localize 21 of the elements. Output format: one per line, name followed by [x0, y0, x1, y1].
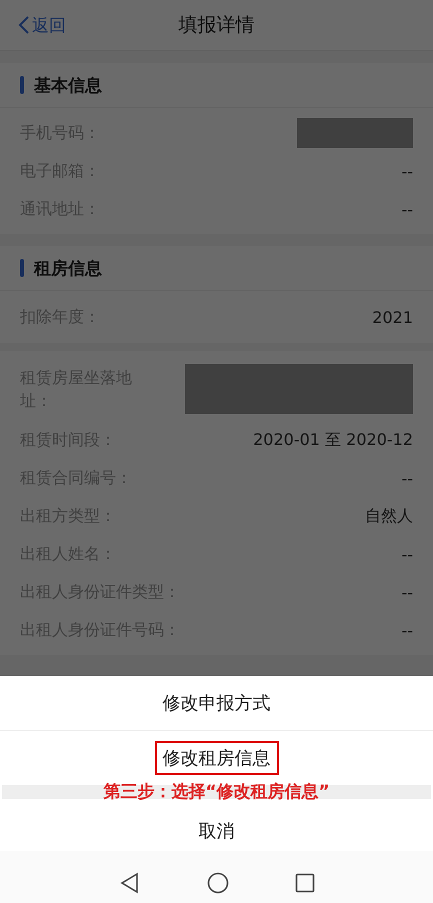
home-icon[interactable] [206, 872, 228, 894]
cancel-button[interactable]: 取消 [192, 811, 240, 851]
section-marker [20, 259, 24, 277]
field-value: -- [401, 582, 413, 602]
chevron-left-icon [18, 15, 30, 35]
field-value: -- [401, 200, 413, 218]
field-value: 2020-01 至 2020-12 [253, 430, 413, 450]
field-value: 2021 [372, 308, 413, 326]
section-title: 租房信息 [34, 258, 102, 280]
section-title: 基本信息 [34, 74, 102, 96]
field-value: -- [401, 162, 413, 180]
field-value: -- [401, 620, 413, 640]
field-value: -- [401, 544, 413, 564]
recent-apps-icon[interactable] [294, 873, 314, 893]
page-title: 填报详情 [178, 13, 254, 38]
sheet-option[interactable]: 修改申报方式 [154, 686, 278, 720]
back-icon[interactable] [118, 872, 140, 894]
field-value: 自然人 [365, 506, 413, 526]
section-marker [20, 76, 24, 94]
sheet-option[interactable]: 修改租房信息 [154, 741, 278, 775]
field-value: -- [401, 468, 413, 488]
